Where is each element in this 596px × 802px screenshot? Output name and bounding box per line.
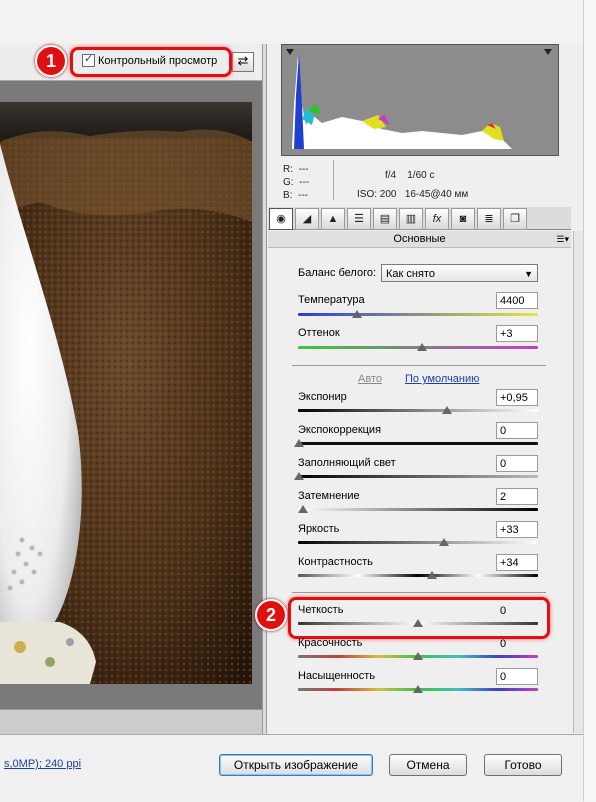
highlight-preview xyxy=(70,47,232,77)
section-divider-2 xyxy=(292,592,546,593)
recovery-slider[interactable] xyxy=(298,442,538,445)
snapshots-icon[interactable]: ❐ xyxy=(503,208,527,230)
brightness-thumb[interactable] xyxy=(439,538,449,546)
rgb-readout: R: --- G: --- B: --- xyxy=(283,164,310,201)
white-balance-select[interactable]: Как снято ▼ xyxy=(381,264,538,282)
exif-info: f/4 1/60 с ISO: 200 16-45@40 мм xyxy=(357,170,469,200)
saturation-thumb[interactable] xyxy=(413,685,423,693)
default-link[interactable]: По умолчанию xyxy=(405,373,479,385)
chevron-down-icon: ▼ xyxy=(524,269,533,279)
workflow-options-link[interactable]: s,0MP); 240 ppi xyxy=(4,758,81,770)
contrast-thumb[interactable] xyxy=(427,571,437,579)
brightness-label: Яркость xyxy=(298,523,340,535)
open-image-button[interactable]: Открыть изображение xyxy=(219,754,373,776)
saturation-field[interactable]: 0 xyxy=(496,668,538,685)
exposure-thumb[interactable] xyxy=(442,406,452,414)
window-edge xyxy=(583,0,596,801)
marker-1: 1 xyxy=(35,45,67,77)
recovery-label: Экспокоррекция xyxy=(298,424,382,436)
curve-icon[interactable]: ◢ xyxy=(295,208,319,230)
fill-light-thumb[interactable] xyxy=(294,472,304,480)
lens-icon[interactable]: ▥ xyxy=(399,208,423,230)
auto-link[interactable]: Авто xyxy=(358,373,382,385)
blacks-field[interactable]: 2 xyxy=(496,488,538,505)
section-divider xyxy=(292,365,546,366)
aperture-icon[interactable]: ◉ xyxy=(269,208,293,230)
tint-label: Оттенок xyxy=(298,327,340,339)
tint-field[interactable]: +3 xyxy=(496,325,538,342)
presets-icon[interactable]: ≣ xyxy=(477,208,501,230)
info-separator xyxy=(333,160,334,200)
photo-preview xyxy=(0,102,252,684)
camera-icon[interactable]: ◙ xyxy=(451,208,475,230)
temperature-label: Температура xyxy=(298,294,365,306)
exposure-field[interactable]: +0,95 xyxy=(496,389,538,406)
brightness-field[interactable]: +33 xyxy=(496,521,538,538)
adjustment-tabs: ◉ ◢ ▲ ☰ ▤ ▥ fx ◙ ≣ ❐ xyxy=(268,207,571,230)
preview-status-bar xyxy=(0,709,262,734)
sharpen-icon[interactable]: ▲ xyxy=(321,208,345,230)
fx-icon[interactable]: fx xyxy=(425,208,449,230)
vibrance-field[interactable]: 0 xyxy=(496,635,538,652)
recovery-thumb[interactable] xyxy=(294,439,304,447)
fill-light-slider[interactable] xyxy=(298,475,538,478)
split-icon[interactable]: ▤ xyxy=(373,208,397,230)
tint-thumb[interactable] xyxy=(417,343,427,351)
white-balance-label: Баланс белого: xyxy=(298,267,377,279)
saturation-label: Насыщенность xyxy=(298,670,376,682)
vibrance-label: Красочность xyxy=(298,637,363,649)
contrast-label: Контрастность xyxy=(298,556,373,568)
fill-light-label: Заполняющий свет xyxy=(298,457,396,469)
photo-image xyxy=(0,102,252,684)
highlight-clarity xyxy=(288,597,550,639)
histogram xyxy=(281,44,559,156)
brightness-slider[interactable] xyxy=(298,541,538,544)
done-button[interactable]: Готово xyxy=(484,754,562,776)
exposure-slider[interactable] xyxy=(298,409,538,412)
panel-title: Основные ☰▾ xyxy=(268,231,571,248)
temperature-slider[interactable] xyxy=(298,313,538,316)
contrast-field[interactable]: +34 xyxy=(496,554,538,571)
panel-menu-icon[interactable]: ☰▾ xyxy=(556,231,569,247)
vibrance-thumb[interactable] xyxy=(413,652,423,660)
temperature-field[interactable]: 4400 xyxy=(496,292,538,309)
exposure-label: Экспонир xyxy=(298,391,347,403)
temperature-thumb[interactable] xyxy=(352,310,362,318)
fill-light-field[interactable]: 0 xyxy=(496,455,538,472)
toggle-fullscreen-button[interactable]: ⇄ xyxy=(232,52,254,72)
hsl-icon[interactable]: ☰ xyxy=(347,208,371,230)
blacks-label: Затемнение xyxy=(298,490,360,502)
contrast-slider[interactable] xyxy=(298,574,538,577)
cancel-button[interactable]: Отмена xyxy=(389,754,467,776)
marker-2: 2 xyxy=(255,599,287,631)
blacks-slider[interactable] xyxy=(298,508,538,511)
blacks-thumb[interactable] xyxy=(298,505,308,513)
histogram-graph xyxy=(286,49,552,151)
recovery-field[interactable]: 0 xyxy=(496,422,538,439)
